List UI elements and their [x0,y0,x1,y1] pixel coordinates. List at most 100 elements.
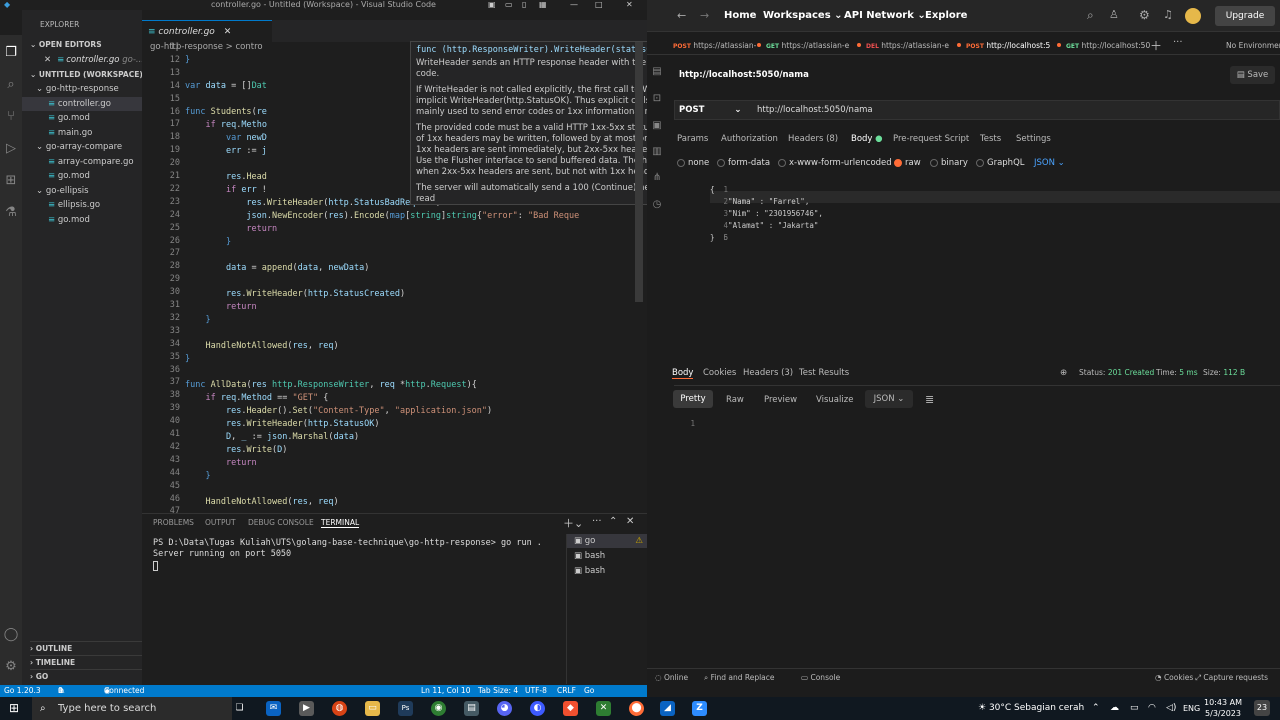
workspace-header[interactable]: ⌄ UNTITLED (WORKSPACE) [30,68,150,82]
view-pretty[interactable]: Pretty [673,390,713,408]
globe-icon[interactable]: ⊕ [1060,368,1067,378]
terminal-output[interactable]: PS D:\Data\Tugas Kuliah\UTS\golang-base-… [153,538,542,571]
collections-icon[interactable]: ▤ [650,66,664,80]
layout-sidebar-icon[interactable]: ▯ [522,0,526,10]
weather[interactable]: ☀ 30°C Sebagian cerah [978,697,1084,720]
tree-file[interactable]: ≡ ellipsis.go [22,198,142,212]
request-body-editor[interactable]: 1 2 3 4 5 { "Nama" : "Farrel", "Nim" : "… [674,180,1280,244]
save-button[interactable]: ▤ Save [1230,66,1275,84]
back-arrow-icon[interactable]: ← [677,9,686,22]
tab-output[interactable]: OUTPUT [205,518,236,527]
minimize-icon[interactable]: — [570,0,578,10]
excel-icon[interactable]: ✕ [596,701,611,716]
settings-gear-icon[interactable]: ⚙ [1139,8,1150,22]
go-header[interactable]: › GO [30,669,150,683]
timeline-header[interactable]: › TIMELINE [30,655,150,669]
flows-icon[interactable]: ⋔ [650,172,664,186]
console[interactable]: ▭ Console [801,673,840,682]
resp-tab-body[interactable]: Body [672,368,694,379]
discord-icon[interactable]: ◕ [497,701,512,716]
vscode-taskbar-icon[interactable]: ◢ [660,701,675,716]
terminal-list-item[interactable]: ▣ bash [567,564,647,578]
explorer-icon[interactable]: ❐ [3,45,19,61]
nav-api-network[interactable]: API Network ⌄ [844,10,926,21]
taskbar-search[interactable]: ⌕ Type here to search [32,697,232,720]
tree-file[interactable]: ≡ go.mod [22,213,142,227]
tree-folder[interactable]: ⌄ go-ellipsis [22,184,142,198]
source-control-icon[interactable]: ⑂ [3,109,19,125]
windows-start-icon[interactable]: ⊞ [9,701,19,715]
extensions-icon[interactable]: ⊞ [3,173,19,189]
tab-pre-request-script[interactable]: Pre-request Script [893,134,969,144]
battery-icon[interactable]: ▭ [1130,697,1139,720]
environments-icon[interactable]: ▣ [650,120,664,134]
layout-panel-icon[interactable]: ▭ [505,0,513,10]
run-debug-icon[interactable]: ▷ [3,141,19,157]
nav-home[interactable]: Home [724,10,756,21]
history-icon[interactable]: ◷ [650,199,664,213]
code-editor[interactable]: ≡ controller.go ✕ go-http-response > con… [142,10,744,516]
tab-tests[interactable]: Tests [980,134,1001,144]
online-status[interactable]: ◌ Online [655,673,688,682]
environment-selector[interactable]: No Environmen [1226,41,1280,50]
clock[interactable]: 10:43 AM 5/3/2023 [1204,697,1242,719]
upgrade-button[interactable]: Upgrade [1215,6,1275,26]
outline-header[interactable]: › OUTLINE [30,641,150,655]
layout-grid-icon[interactable]: ▦ [539,0,547,10]
status-tab-size[interactable]: Tab Size: 4 [478,685,518,697]
request-tab[interactable]: GET https://atlassian-e [757,41,849,50]
status-encoding[interactable]: UTF-8 [525,685,547,697]
git-icon[interactable]: ◆ [563,701,578,716]
radio-form-data[interactable]: form-data [717,158,770,168]
tab-settings[interactable]: Settings [1016,134,1051,144]
tab-params[interactable]: Params [677,134,708,144]
open-editors-header[interactable]: ⌄ OPEN EDITORS [30,38,150,52]
testing-icon[interactable]: ⚗ [3,205,19,221]
tab-overflow-icon[interactable]: ··· [1173,37,1183,48]
maximize-icon[interactable]: □ [595,0,603,10]
radio-graphql[interactable]: GraphQL [976,158,1025,168]
postman-icon[interactable]: ⬤ [629,701,644,716]
tab-problems[interactable]: PROBLEMS [153,518,194,527]
app-icon[interactable]: ◐ [530,701,545,716]
search-icon[interactable]: ⌕ [3,77,19,93]
photoshop-icon[interactable]: Ps [398,701,413,716]
tree-file[interactable]: ≡ main.go [22,126,142,140]
nav-explore[interactable]: Explore [925,10,967,21]
tree-file[interactable]: ≡ controller.go [22,96,142,111]
find-replace[interactable]: ⌕ Find and Replace [704,673,775,683]
capture-requests[interactable]: ⤢ Capture requests [1195,673,1268,683]
notepad-icon[interactable]: ▤ [464,701,479,716]
search-icon[interactable]: ⌕ [1087,8,1094,23]
status-info[interactable]: Status: 201 Created [1079,368,1154,377]
resp-tab-test-results[interactable]: Test Results [799,368,849,378]
close-window-icon[interactable]: ✕ [626,0,633,10]
notification-bell-icon[interactable]: ♫ [1163,8,1173,21]
task-view-icon[interactable]: ❏ [232,701,247,716]
mock-servers-icon[interactable]: ▥ [650,146,664,160]
tree-file[interactable]: ≡ array-compare.go [22,155,142,169]
settings-gear-icon[interactable]: ⚙ [3,659,19,675]
request-tab[interactable]: DEL https://atlassian-e [857,41,949,50]
radio-urlencoded[interactable]: x-www-form-urlencoded [778,158,892,168]
tree-folder[interactable]: ⌄ go-http-response [22,82,142,96]
view-preview[interactable]: Preview [764,395,797,405]
invite-user-icon[interactable]: ♙ [1109,8,1119,21]
wrap-lines-icon[interactable]: ≣ [925,393,934,406]
mail-icon[interactable]: ✉ [266,701,281,716]
apis-icon[interactable]: ⊡ [650,93,664,107]
media-icon[interactable]: ▶ [299,701,314,716]
body-format-select[interactable]: JSON ⌄ [1034,158,1065,168]
avatar[interactable] [1185,8,1201,24]
more-actions-icon[interactable]: ··· [592,516,602,527]
new-tab-plus-icon[interactable]: ＋ [1150,37,1162,54]
language-indicator[interactable]: ENG [1183,697,1200,720]
layout-icon[interactable]: ▣ [488,0,496,10]
tree-file[interactable]: ≡ go.mod [22,111,142,125]
tab-headers[interactable]: Headers (8) [788,134,838,144]
new-terminal-icon[interactable]: ＋⌄ [563,515,583,531]
maximize-panel-icon[interactable]: ⌃ [609,516,617,527]
request-tab[interactable]: GET http://localhost:50 [1057,41,1150,50]
request-tab[interactable]: POST https://atlassian- [673,41,756,50]
size-info[interactable]: Size: 112 B [1203,368,1245,377]
